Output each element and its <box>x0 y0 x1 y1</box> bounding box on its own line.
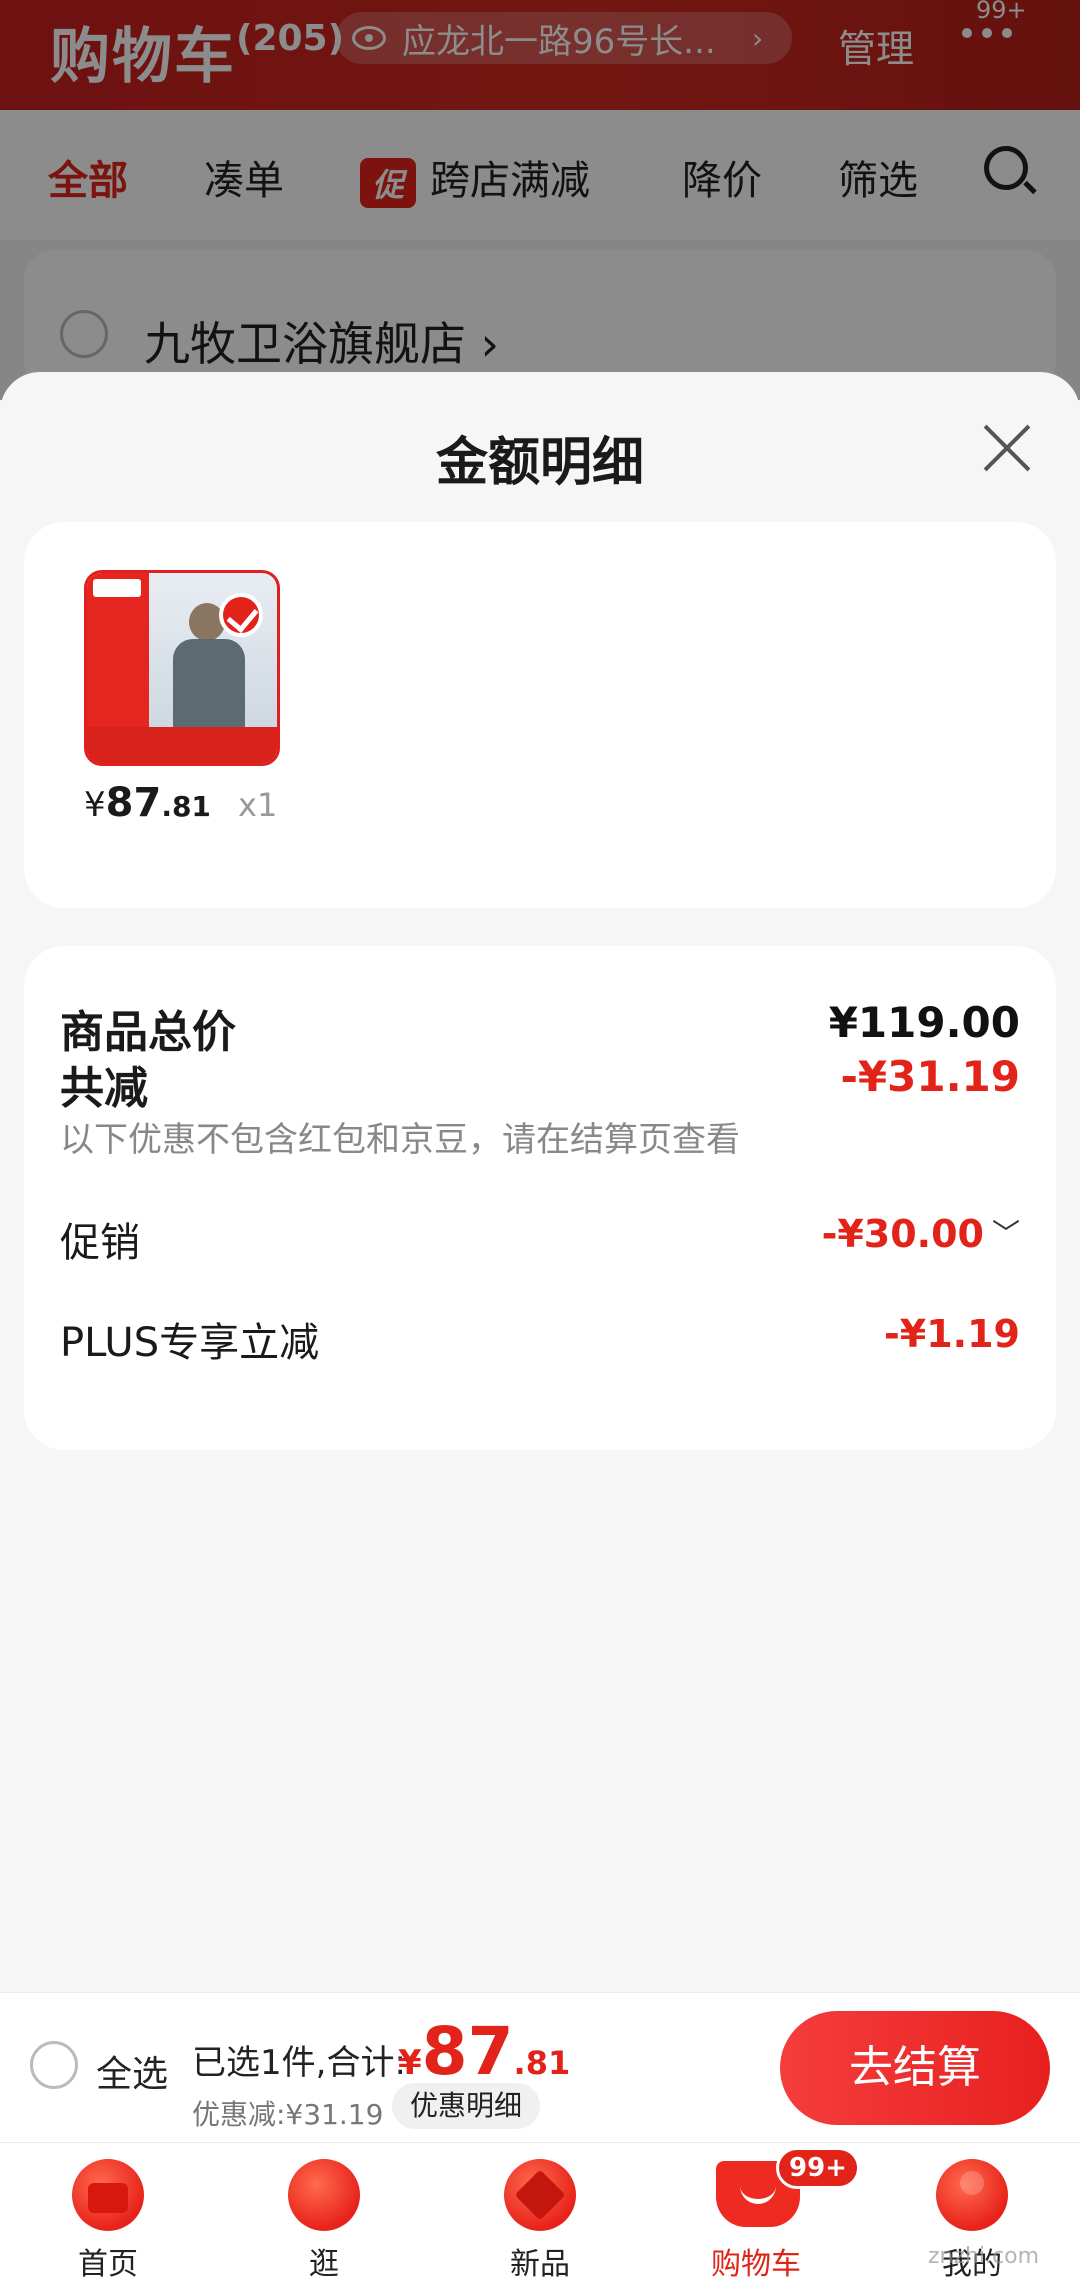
item-quantity: x1 <box>238 786 278 824</box>
modal-overlay[interactable] <box>0 0 1080 400</box>
cart-badge: 99+ <box>776 2147 860 2189</box>
browse-icon <box>288 2159 360 2231</box>
select-all-radio[interactable] <box>30 2041 78 2089</box>
item-price: ¥87.81 <box>84 780 211 826</box>
watermark: znzhi.com <box>928 2244 1040 2269</box>
total-price-value: ¥119.00 <box>828 998 1020 1047</box>
select-all-label[interactable]: 全选 <box>96 2045 168 2097</box>
total-price-label: 商品总价 <box>60 1007 236 1058</box>
profile-icon <box>936 2159 1008 2231</box>
promo-row-value[interactable]: -¥30.00 ﹀ <box>822 1212 1020 1256</box>
selected-summary: 已选1件,合计: <box>192 2043 406 2083</box>
total-amount: ¥87.81 <box>398 2013 571 2090</box>
plus-discount-label: PLUS专享立减 <box>60 1320 320 1366</box>
checkout-bar: 全选 已选1件,合计: ¥87.81 优惠减:¥31.19 优惠明细 去结算 <box>0 1992 1080 2142</box>
discount-detail-button[interactable]: 优惠明细 <box>392 2083 541 2129</box>
close-icon[interactable] <box>980 422 1032 474</box>
discount-amount: 优惠减:¥31.19 <box>192 2098 384 2131</box>
chevron-down-icon: ﹀ <box>991 1217 1020 1250</box>
tab-home[interactable]: 首页 <box>0 2143 216 2292</box>
tab-cart[interactable]: 99+ 购物车 <box>648 2143 864 2292</box>
total-reduce-label: 共减 <box>60 1063 148 1114</box>
tab-browse[interactable]: 逛 <box>216 2143 432 2292</box>
discount-note: 以下优惠不包含红包和京豆，请在结算页查看 <box>60 1120 740 1160</box>
product-thumbnail[interactable] <box>84 570 280 766</box>
total-reduce-value: -¥31.19 <box>840 1052 1020 1101</box>
promo-label: 促销 <box>60 1220 140 1266</box>
plus-discount-value: -¥1.19 <box>884 1312 1020 1356</box>
sheet-title: 金额明细 <box>435 433 644 493</box>
promo-value: -¥30.00 <box>821 1212 984 1256</box>
tab-new-products[interactable]: 新品 <box>432 2143 648 2292</box>
bottom-tab-bar: 首页 逛 新品 99+ 购物车 我的 <box>0 2142 1080 2292</box>
home-icon <box>72 2159 144 2231</box>
selected-items-card: ¥87.81 x1 <box>24 522 1056 908</box>
check-icon <box>219 593 263 637</box>
price-summary-card: 商品总价 ¥119.00 共减 -¥31.19 以下优惠不包含红包和京豆，请在结… <box>24 946 1056 1450</box>
new-products-icon <box>504 2159 576 2231</box>
tab-profile[interactable]: 我的 <box>864 2143 1080 2292</box>
amount-detail-sheet: 金额明细 ¥87.81 x1 商品总价 ¥119.00 共减 -¥31.19 以… <box>0 372 1080 1992</box>
checkout-button[interactable]: 去结算 <box>780 2011 1050 2125</box>
